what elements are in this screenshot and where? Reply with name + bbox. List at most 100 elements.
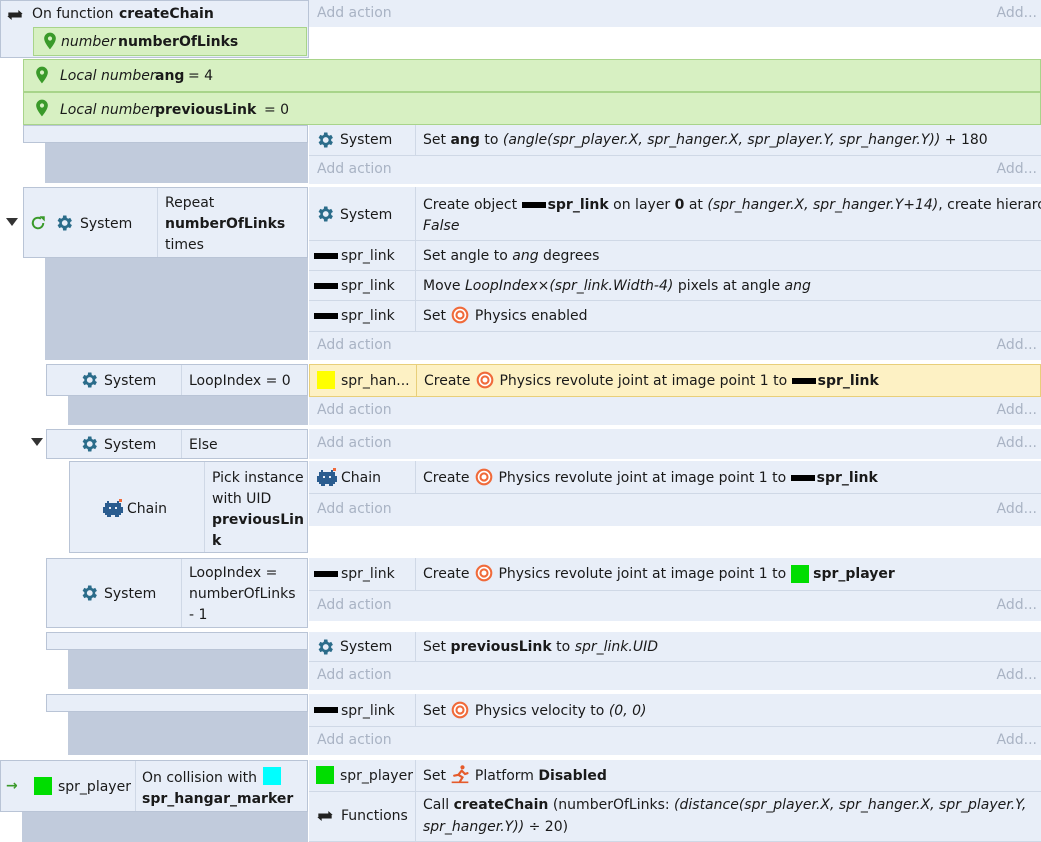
event2-add-action[interactable]: Add action Add... [309,332,1041,360]
event2-action-physics-enabled[interactable]: spr_link Set Physics enabled [309,301,1041,332]
local-value: = 4 [188,68,214,84]
parameter-pin-icon [40,31,60,51]
event9-condition[interactable]: → spr_player On collision with spr_hanga… [0,760,308,812]
event5-condition[interactable]: Chain Pick instance with UID previousLin… [69,461,308,553]
add-more-label: Add... [996,732,1037,748]
spr-hanger-sprite-icon [317,371,335,389]
parameter-name: numberOfLinks [118,34,239,50]
add-action-label: Add action [317,161,392,177]
event8-gap [68,712,308,755]
local-name: previousLink [155,102,257,118]
function-prefix: On function [32,6,114,22]
add-action-label: Add action [317,435,392,451]
event9-action-call[interactable]: Functions Call createChain (numberOfLink… [309,792,1041,842]
physics-icon [475,370,495,390]
condition-line-1: LoopIndex = [189,565,278,581]
event8-condition-empty[interactable] [46,694,308,712]
gear-icon [315,637,335,657]
gear-icon [315,130,335,150]
action-object-label: Chain [341,470,381,486]
spr-link-sprite-icon [314,253,338,259]
event8-action[interactable]: spr_link Set Physics velocity to (0, 0) [309,694,1041,727]
add-action-label: Add action [317,402,392,418]
event2-gap [45,258,308,360]
event1-add-action[interactable]: Add action Add... [309,156,1041,184]
add-action-label: Add action [317,667,392,683]
event3-action[interactable]: spr_han... Create Physics revolute joint… [309,364,1041,397]
event6-condition[interactable]: System LoopIndex = numberOfLinks - 1 [46,558,308,628]
action-object-label: spr_player [340,768,413,784]
collapse-arrow-icon[interactable] [31,438,43,446]
action-object-label: spr_link [341,248,395,264]
event3-gap [68,396,308,425]
event9-action-platform[interactable]: spr_player Set Platform Disabled [309,760,1041,792]
event5-add-action[interactable]: Add action Add... [309,494,1041,526]
event7-gap [68,650,308,689]
function-parameter[interactable]: number numberOfLinks [33,27,307,56]
event7-action[interactable]: System Set previousLink to spr_link.UID [309,632,1041,662]
add-action-label: Add action [317,501,392,517]
event7-condition-empty[interactable] [46,632,308,650]
local-variable-previouslink[interactable]: Local number previousLink = 0 [23,92,1041,125]
event2-action-create[interactable]: System Create object spr_link on layer 0… [309,187,1041,241]
local-variable-ang[interactable]: Local number ang = 4 [23,59,1041,92]
action-object-label: spr_link [341,566,395,582]
repeat-count: numberOfLinks [165,216,286,232]
event2-action-set-angle[interactable]: spr_link Set angle to ang degrees [309,241,1041,271]
event6-add-action[interactable]: Add action Add... [309,591,1041,621]
event2-action-move[interactable]: spr_link Move LoopIndex×(spr_link.Width-… [309,271,1041,301]
add-more-label: Add... [996,402,1037,418]
collapse-arrow-icon[interactable] [6,218,18,226]
action-object-label: System [340,207,393,223]
pick-label-1: Pick instance [212,470,304,486]
event9-gap [22,812,308,842]
local-name: ang [155,68,185,84]
move-text: Move LoopIndex×(spr_link.Width-4) pixels… [423,278,811,294]
action-object-label: System [340,132,393,148]
spr-player-sprite-icon [316,766,334,784]
function-swap-icon [5,5,25,25]
event6-action[interactable]: spr_link Create Physics revolute joint a… [309,558,1041,591]
spr-player-sprite-icon [34,777,52,795]
collision-target: spr_hangar_marker [142,791,294,807]
physics-icon [474,563,494,583]
call-text: Call createChain (numberOfLinks: (distan… [423,797,1027,813]
physics-icon [450,305,470,325]
pick-label-2: with UID [212,491,272,507]
repeat-label: Repeat [165,195,215,211]
add-more-label: Add... [996,435,1037,451]
spr-player-sprite-icon [790,565,809,583]
spr-link-sprite-icon [314,313,338,319]
condition-object-label: System [80,216,133,232]
spr-link-sprite-icon [314,707,338,713]
invader-icon [315,468,339,488]
pick-var-1: previousLin [212,512,304,528]
event8-add-action[interactable]: Add action Add... [309,727,1041,755]
event1-condition-empty[interactable] [23,125,308,143]
condition-text: LoopIndex = 0 [189,373,291,389]
event2-condition[interactable]: System Repeat numberOfLinks times [23,187,308,258]
event1-action[interactable]: System Set ang to (angle(spr_player.X, s… [309,125,1041,156]
event3-condition[interactable]: System LoopIndex = 0 [46,364,308,396]
add-action-label: Add action [317,597,392,613]
condition-line-2: numberOfLinks [189,586,296,602]
repeat-times: times [165,237,204,253]
physics-icon [474,467,494,487]
spr-hangar-marker-sprite-icon [263,767,281,785]
event4-condition[interactable]: System Else [46,429,308,459]
event4-add-action[interactable]: Add action Add... [309,429,1041,459]
condition-object-label: spr_player [58,779,131,795]
add-more-label: Add... [996,161,1037,177]
action-object-label: spr_han... [341,373,410,389]
action-object-label: spr_link [341,703,395,719]
set-angle-text: Set angle to ang degrees [423,248,600,264]
local-value: = 0 [264,102,290,118]
spr-link-sprite-icon [790,475,815,481]
local-type: Local number [60,68,156,84]
event5-action[interactable]: Chain Create Physics revolute joint at i… [309,461,1041,494]
trigger-arrow-icon: → [6,778,18,794]
event7-add-action[interactable]: Add action Add... [309,662,1041,690]
add-more-label: Add... [996,501,1037,517]
function-add-action[interactable]: Add action Add... [309,0,1041,27]
event3-add-action[interactable]: Add action Add... [309,397,1041,425]
